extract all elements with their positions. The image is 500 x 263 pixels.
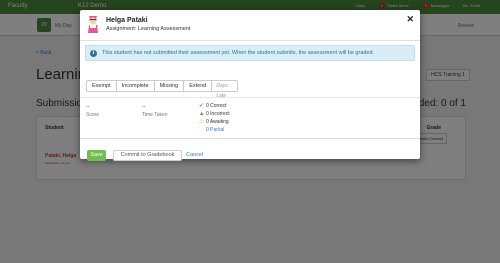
- save-button[interactable]: Save: [87, 150, 106, 161]
- student-avatar: [88, 16, 98, 33]
- close-icon[interactable]: ✕: [406, 15, 414, 24]
- commit-to-gradebook-button[interactable]: Commit to Gradebook: [113, 150, 182, 161]
- awaiting-count: ⚠ 0 Awaiting: [199, 119, 229, 125]
- days-late-input[interactable]: Days Late: [212, 80, 239, 99]
- correct-count: ✔ 0 Correct: [199, 103, 227, 109]
- assignment-name: Assignment: Learning Assessment: [106, 26, 191, 32]
- not-submitted-alert: i This student has not submitted their a…: [85, 45, 415, 61]
- extend-button[interactable]: Extend: [184, 80, 213, 92]
- missing-button[interactable]: Missing: [154, 80, 185, 92]
- alert-message: This student has not submitted their ass…: [102, 50, 375, 56]
- score-value: --: [86, 104, 90, 110]
- incomplete-button[interactable]: Incomplete: [116, 80, 155, 92]
- partial-count-link[interactable]: 0 Partial: [206, 127, 224, 133]
- error-triangle-icon: ▲: [199, 111, 205, 117]
- time-taken-label: Time Taken: [142, 112, 168, 118]
- check-icon: ✔: [199, 103, 204, 109]
- time-taken-value: --: [142, 104, 146, 110]
- info-icon: i: [90, 50, 97, 57]
- score-label: Score: [86, 112, 100, 118]
- stats-divider: [80, 97, 420, 98]
- cancel-link[interactable]: Cancel: [186, 152, 203, 158]
- assessment-modal: ✕ Helga Pataki Assignment: Learning Asse…: [80, 10, 420, 161]
- student-name: Helga Pataki: [106, 17, 148, 24]
- header-divider: [80, 40, 420, 41]
- exempt-button[interactable]: Exempt: [86, 80, 117, 92]
- footer-divider: [80, 138, 420, 139]
- incorrect-count: ▲ 0 Incorrect: [199, 111, 230, 117]
- status-options: Exempt Incomplete Missing Extend Days La…: [86, 80, 239, 99]
- warning-triangle-icon: ⚠: [199, 119, 204, 125]
